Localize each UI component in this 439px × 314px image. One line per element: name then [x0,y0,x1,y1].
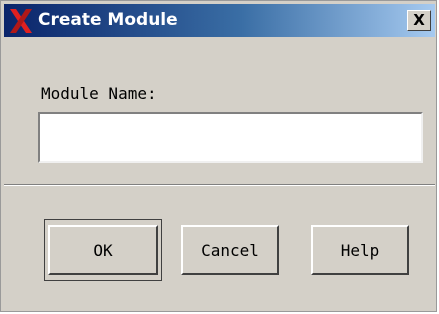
module-name-label: Module Name: [41,84,157,103]
x-logo-icon [10,9,32,33]
close-button[interactable]: X [407,10,431,31]
ok-button[interactable]: OK [48,225,158,275]
create-module-dialog: Create Module X Module Name: OK Cancel H… [0,0,437,312]
help-button[interactable]: Help [311,225,409,275]
title-bar[interactable]: Create Module X [4,4,435,37]
module-name-input[interactable] [38,112,423,163]
separator [4,184,435,186]
cancel-button[interactable]: Cancel [181,225,279,275]
help-button-label: Help [340,240,380,260]
close-icon: X [413,11,425,29]
ok-button-label: OK [93,240,113,260]
cancel-button-label: Cancel [201,240,259,260]
window-title: Create Module [38,10,178,30]
